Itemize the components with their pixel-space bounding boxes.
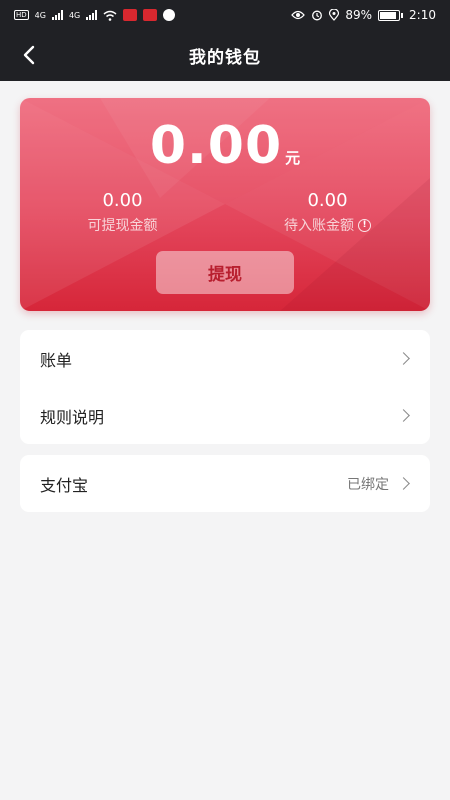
withdrawable-value: 0.00 [102, 190, 143, 211]
wallet-card: 0.00 元 0.00 可提现金额 0.00 待入账金额 ! 提现 [20, 98, 430, 311]
pending-block: 0.00 待入账金额 ! [225, 190, 430, 235]
chevron-right-icon [397, 352, 410, 365]
hd-icon: HD [14, 10, 29, 20]
signal-icon-2 [86, 10, 98, 20]
battery-icon [378, 9, 404, 21]
menu-group-records: 账单 规则说明 [20, 330, 430, 444]
pending-value: 0.00 [307, 190, 348, 211]
clock-time: 2:10 [409, 8, 436, 22]
withdraw-button[interactable]: 提现 [156, 251, 294, 294]
menu-item-bill-right [397, 352, 410, 365]
info-icon[interactable]: ! [358, 218, 371, 232]
network-type-2: 4G [68, 10, 81, 20]
battery-percent: 89% [345, 8, 373, 22]
balance-unit: 元 [285, 149, 301, 167]
chevron-right-icon [397, 409, 410, 422]
menu-group-payment: 支付宝 已绑定 [20, 455, 430, 512]
eye-icon [291, 10, 306, 20]
menu-item-rules[interactable]: 规则说明 [20, 387, 430, 444]
pending-label-row: 待入账金额 ! [225, 215, 430, 235]
withdrawable-block: 0.00 可提现金额 [20, 190, 225, 235]
chevron-right-icon [397, 477, 410, 490]
nav-bar: 我的钱包 [0, 30, 450, 81]
menu-item-alipay[interactable]: 支付宝 已绑定 [20, 455, 430, 512]
menu-item-bill-label: 账单 [40, 350, 73, 370]
alipay-bind-status: 已绑定 [347, 476, 389, 493]
back-button[interactable] [16, 42, 42, 68]
status-left-group: HD 4G 4G [14, 9, 176, 21]
location-icon [329, 9, 340, 21]
chevron-left-icon [23, 45, 35, 65]
app-notification-icon-3 [163, 9, 176, 21]
menu-item-rules-label: 规则说明 [40, 407, 105, 427]
menu-item-rules-right [397, 409, 410, 422]
app-notification-icon [123, 9, 138, 21]
status-bar: HD 4G 4G 89% 2:10 [0, 0, 450, 30]
network-type-1: 4G [34, 10, 46, 20]
balance-display: 0.00 元 [20, 116, 430, 176]
withdrawable-label-row: 可提现金额 [20, 215, 225, 235]
menu-item-alipay-label: 支付宝 [40, 475, 89, 495]
status-right-group: 89% 2:10 [291, 8, 436, 22]
balance-amount: 0.00 [149, 116, 283, 176]
signal-icon [51, 10, 63, 20]
menu-item-alipay-right: 已绑定 [347, 474, 410, 494]
alarm-icon [312, 10, 323, 21]
menu-item-bill[interactable]: 账单 [20, 330, 430, 387]
wifi-icon [103, 10, 117, 21]
app-notification-icon-2 [143, 9, 158, 21]
withdrawable-label: 可提现金额 [87, 218, 158, 234]
pending-label: 待入账金额 [284, 218, 354, 234]
page-title: 我的钱包 [189, 48, 261, 68]
